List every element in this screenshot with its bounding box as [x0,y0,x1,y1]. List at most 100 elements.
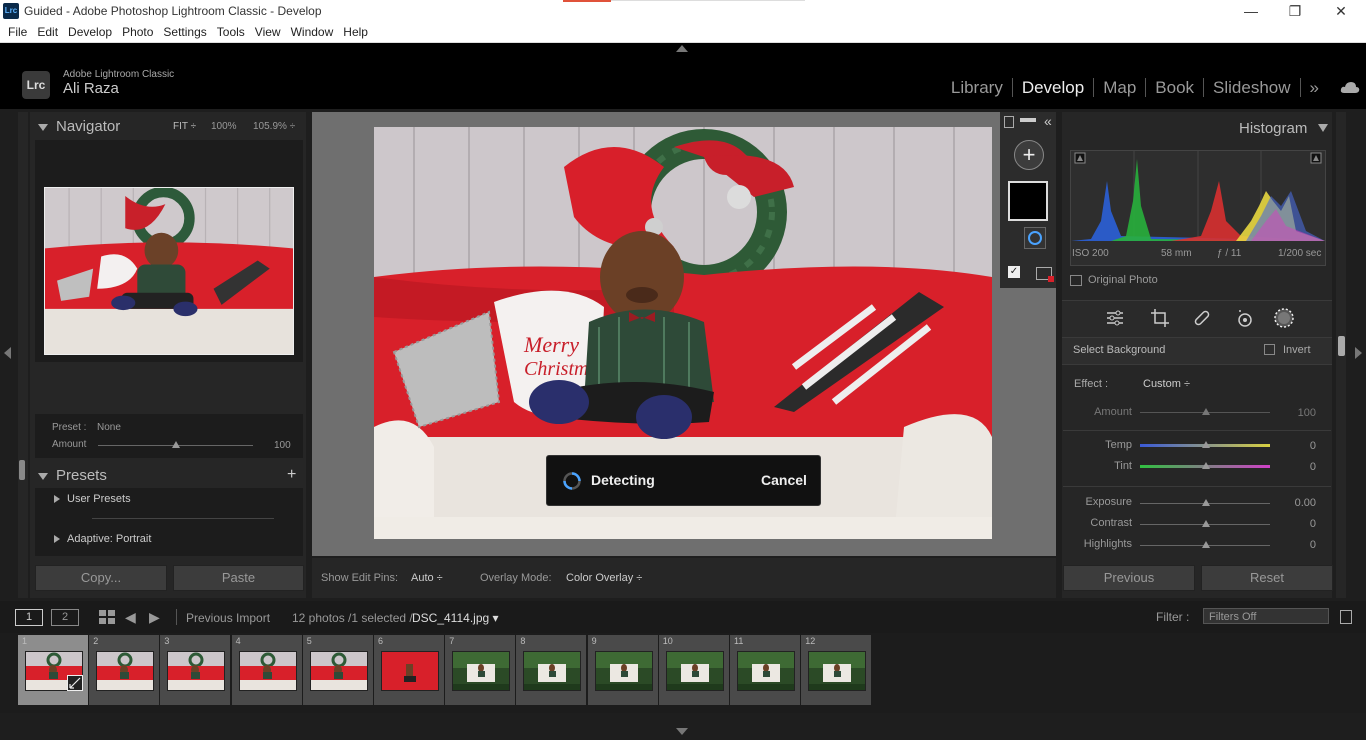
forward-arrow-icon[interactable]: ▶ [149,609,160,626]
temp-value[interactable]: 0 [1286,440,1316,452]
menu-file[interactable]: File [8,22,27,42]
filmstrip-thumbnail[interactable]: 4 [231,635,302,705]
grid-view-icon[interactable] [99,610,115,627]
mask-component-icon[interactable] [1024,227,1046,249]
navigator-preview[interactable] [44,187,294,355]
filmstrip-thumbnail[interactable]: 2 [89,635,160,705]
cloud-sync-icon[interactable] [1340,80,1360,94]
close-icon[interactable]: ✕ [1326,2,1356,20]
left-scrollbar-thumb[interactable] [19,460,25,480]
zoom-fit[interactable]: FIT ÷ [173,121,196,132]
filmstrip-thumbnail[interactable]: 1 [18,635,88,705]
red-eye-icon[interactable] [1235,308,1255,333]
amount-slider-knob[interactable] [172,441,180,448]
previous-button[interactable]: Previous [1063,565,1195,591]
sliders-icon[interactable] [1106,309,1124,332]
paste-button[interactable]: Paste [173,565,304,591]
zoom-100[interactable]: 100% [211,121,237,132]
copy-button[interactable]: Copy... [35,565,167,591]
presets-header[interactable]: Presets [38,467,107,484]
panel-icon[interactable] [1004,116,1014,128]
overlay-mode-select[interactable]: Color Overlay ÷ [566,572,642,584]
menu-window[interactable]: Window [291,22,334,42]
filter-lock-icon[interactable] [1340,610,1352,624]
reset-button[interactable]: Reset [1201,565,1333,591]
menu-help[interactable]: Help [343,22,368,42]
menu-develop[interactable]: Develop [68,22,112,42]
more-modules-icon[interactable]: » [1299,78,1328,97]
tint-slider-knob[interactable] [1202,462,1210,469]
zoom-custom[interactable]: 105.9% ÷ [253,121,295,132]
cancel-button[interactable]: Cancel [761,472,807,488]
module-map[interactable]: Map [1093,78,1146,97]
minimize-icon[interactable]: — [1236,2,1266,20]
menu-view[interactable]: View [255,22,281,42]
module-develop[interactable]: Develop [1011,78,1094,97]
minimize-panel-icon[interactable] [1020,118,1036,122]
filmstrip-thumbnail[interactable]: 12 [801,635,872,705]
edited-badge-icon [67,675,83,691]
restore-icon[interactable]: ❐ [1280,2,1310,20]
histogram-collapse-icon[interactable] [1318,124,1328,132]
amount-value[interactable]: 100 [1286,407,1316,419]
add-mask-icon[interactable]: + [1014,140,1044,170]
healing-icon[interactable] [1193,309,1211,332]
module-slideshow[interactable]: Slideshow [1203,78,1300,97]
primary-display-button[interactable]: 1 [15,609,43,626]
menu-tools[interactable]: Tools [217,22,245,42]
secondary-display-button[interactable]: 2 [51,609,79,626]
edit-pins-select[interactable]: Auto ÷ [411,572,443,584]
exposure-label: Exposure [1085,496,1132,508]
module-library[interactable]: Library [942,78,1012,97]
filmstrip-index: 12 [805,636,816,646]
highlights-slider-knob[interactable] [1202,541,1210,548]
highlights-value[interactable]: 0 [1286,539,1316,551]
histogram-title[interactable]: Histogram [1239,120,1307,137]
show-overlay-checkbox[interactable]: ✓ [1008,266,1020,278]
current-filename[interactable]: DSC_4114.jpg ▾ [412,611,499,625]
preset-folder-adaptive-portrait[interactable]: Adaptive: Portrait [54,533,151,545]
contrast-value[interactable]: 0 [1286,518,1316,530]
filmstrip-thumbnail[interactable]: 11 [730,635,800,705]
filter-select[interactable]: Filters Off [1203,608,1329,624]
filmstrip-thumbnail[interactable]: 10 [658,635,729,705]
overlay-color-icon[interactable] [1036,267,1054,282]
collapse-panel-icon[interactable]: « [1044,113,1052,129]
menu-settings[interactable]: Settings [163,22,206,42]
mask-thumbnail[interactable] [1008,181,1048,221]
menu-edit[interactable]: Edit [37,22,58,42]
right-panel-toggle-icon[interactable] [1355,347,1362,359]
module-book[interactable]: Book [1145,78,1204,97]
filmstrip-thumbnail[interactable]: 3 [160,635,231,705]
filmstrip-thumbnail[interactable]: 8 [516,635,587,705]
left-scrollbar-track[interactable] [18,112,28,598]
crop-icon[interactable] [1150,308,1170,333]
filmstrip-thumbnail[interactable]: 7 [445,635,516,705]
left-panel-toggle-icon[interactable] [4,347,11,359]
invert-checkbox[interactable] [1264,344,1275,355]
navigator-header[interactable]: Navigator [38,118,120,135]
original-photo-checkbox[interactable] [1070,275,1082,286]
contrast-slider-knob[interactable] [1202,520,1210,527]
filmstrip-thumbnail[interactable]: 9 [587,635,658,705]
top-panel-toggle-icon[interactable] [676,45,688,52]
menu-photo[interactable]: Photo [122,22,153,42]
right-scrollbar-thumb[interactable] [1338,336,1345,356]
exposure-slider-knob[interactable] [1202,499,1210,506]
masking-icon[interactable] [1273,307,1295,334]
preset-folder-user[interactable]: User Presets [54,493,131,505]
filmstrip-thumbnail[interactable]: 5 [302,635,373,705]
temp-slider-knob[interactable] [1202,441,1210,448]
back-arrow-icon[interactable]: ◀ [125,609,136,626]
bottom-panel-toggle-icon[interactable] [676,728,688,735]
amount-slider-knob[interactable] [1202,408,1210,415]
filmstrip-source[interactable]: Previous Import [186,611,270,625]
add-preset-icon[interactable]: + [287,466,296,484]
filmstrip-thumbnail[interactable]: 6 [374,635,444,705]
histogram-chart[interactable]: ISO 200 58 mm ƒ / 11 1/200 sec [1070,150,1326,266]
exposure-value[interactable]: 0.00 [1286,497,1316,509]
tint-value[interactable]: 0 [1286,461,1316,473]
effect-label: Effect : [1074,378,1109,390]
expand-icon [54,495,60,504]
effect-preset-select[interactable]: Custom ÷ [1143,378,1190,390]
